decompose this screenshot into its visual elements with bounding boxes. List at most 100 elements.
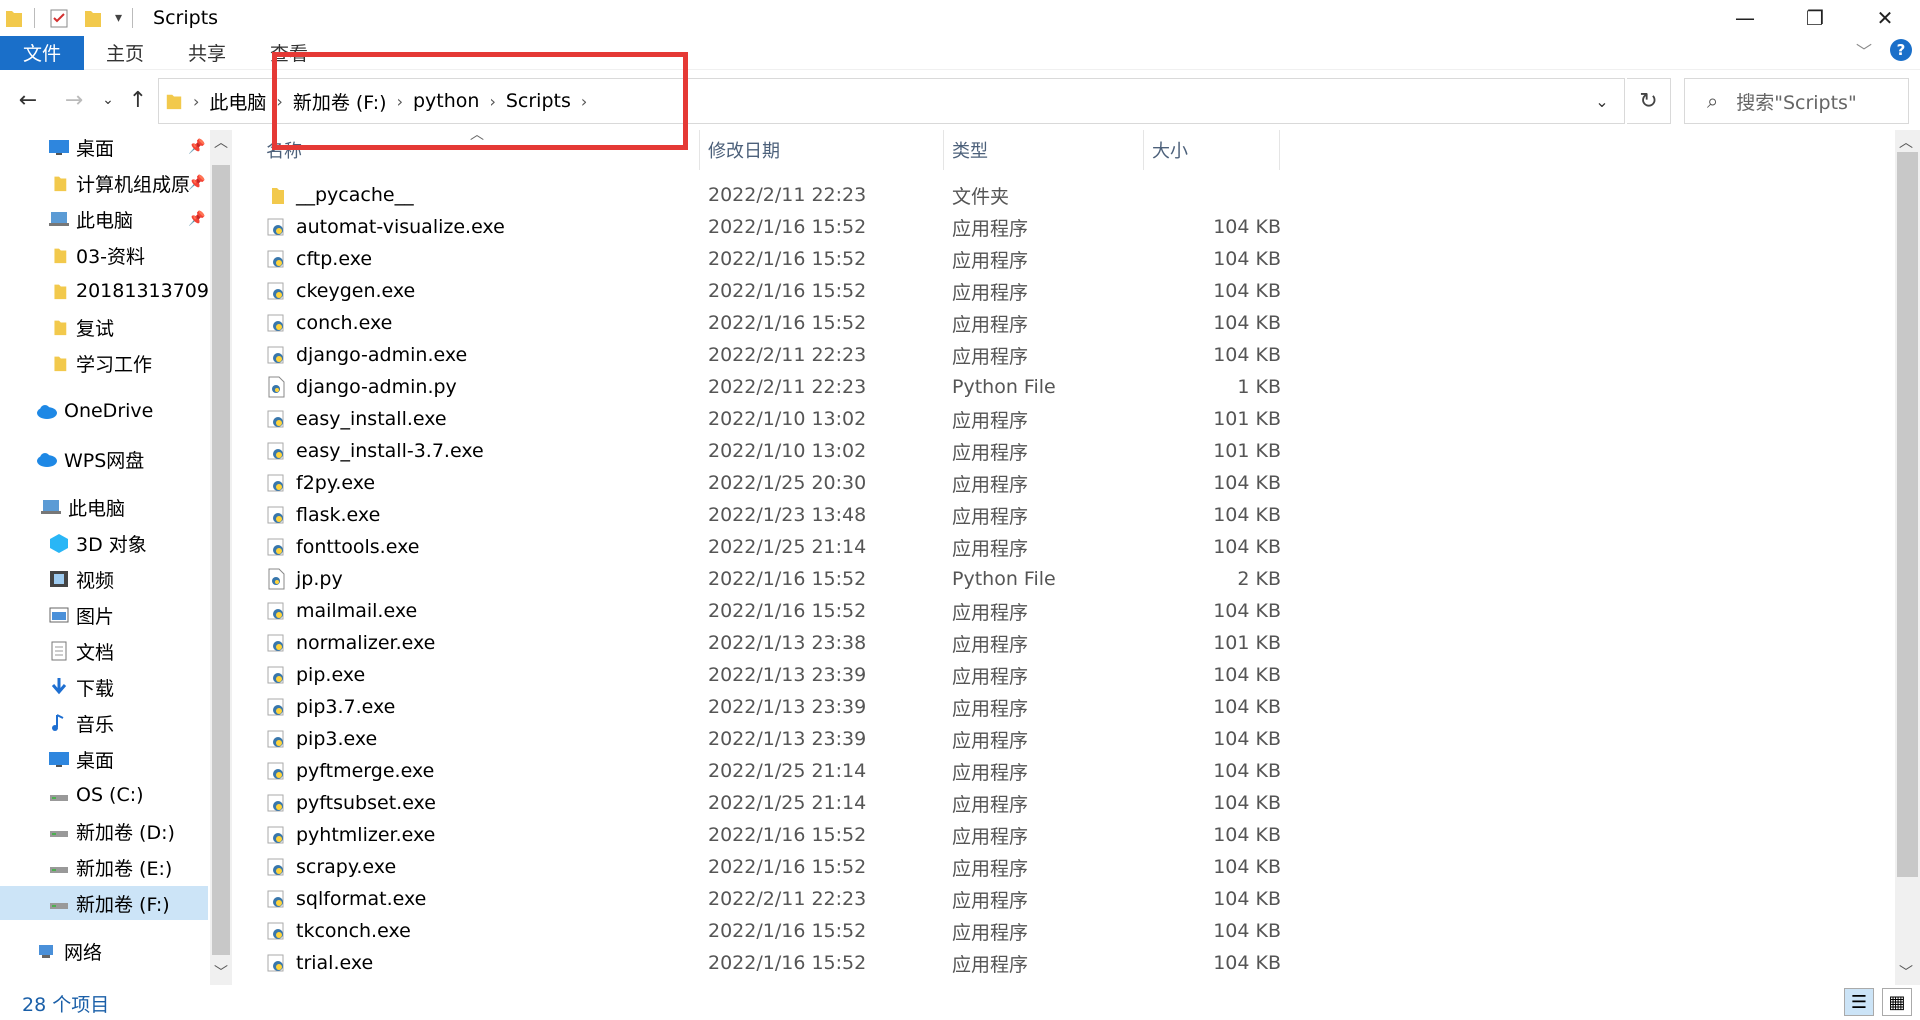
file-row[interactable]: pyftmerge.exe 2022/1/25 21:14 应用程序 104 KB — [266, 755, 1286, 787]
scroll-down-icon[interactable]: ﹀ — [214, 962, 228, 982]
file-row[interactable]: scrapy.exe 2022/1/16 15:52 应用程序 104 KB — [266, 851, 1286, 883]
file-date: 2022/1/10 13:02 — [708, 408, 867, 430]
scroll-up-icon[interactable]: ︿ — [214, 132, 228, 152]
file-size: 104 KB — [1213, 952, 1281, 974]
sidebar-item-label: 新加卷 (D:) — [76, 821, 175, 844]
quick-access-dropdown-icon[interactable]: ▾ — [115, 10, 122, 26]
file-row[interactable]: tkconch.exe 2022/1/16 15:52 应用程序 104 KB — [266, 915, 1286, 947]
sidebar-item[interactable]: 视频 — [0, 562, 210, 596]
search-placeholder: 搜索"Scripts" — [1736, 91, 1857, 114]
minimize-button[interactable]: — — [1710, 0, 1780, 36]
file-row[interactable]: easy_install-3.7.exe 2022/1/10 13:02 应用程序 1… — [266, 435, 1286, 467]
folder-icon — [48, 353, 70, 373]
file-name: cftp.exe — [296, 248, 373, 270]
sidebar-scrollbar-thumb[interactable] — [212, 165, 230, 955]
search-box[interactable]: ⌕ 搜索"Scripts" — [1684, 78, 1909, 124]
close-button[interactable]: ✕ — [1850, 0, 1920, 36]
file-row[interactable]: cftp.exe 2022/1/16 15:52 应用程序 104 KB — [266, 243, 1286, 275]
breadcrumb-this-pc[interactable]: 此电脑 — [209, 88, 266, 115]
file-row[interactable]: mailmail.exe 2022/1/16 15:52 应用程序 104 KB — [266, 595, 1286, 627]
column-header-type[interactable]: 类型 — [944, 130, 1144, 170]
chevron-right-icon[interactable]: › — [193, 92, 199, 111]
file-row[interactable]: pyftsubset.exe 2022/1/25 21:14 应用程序 104 KB — [266, 787, 1286, 819]
new-folder-icon[interactable] — [83, 7, 103, 29]
file-row[interactable]: trial.exe 2022/1/16 15:52 应用程序 104 KB — [266, 947, 1286, 979]
file-type: 应用程序 — [952, 761, 1029, 784]
file-date: 2022/1/16 15:52 — [708, 856, 867, 878]
picture-icon — [48, 605, 70, 625]
sidebar-item[interactable]: OneDrive — [0, 394, 210, 428]
sidebar-item[interactable]: 新加卷 (F:) — [0, 886, 208, 920]
file-row[interactable]: automat-visualize.exe 2022/1/16 15:52 应用程序… — [266, 211, 1286, 243]
refresh-button[interactable]: ↻ — [1627, 78, 1671, 124]
file-row[interactable]: normalizer.exe 2022/1/13 23:38 应用程序 101 KB — [266, 627, 1286, 659]
column-header-date[interactable]: 修改日期 — [700, 130, 944, 170]
sidebar-item[interactable]: 学习工作 — [0, 346, 210, 380]
scroll-down-icon[interactable]: ﹀ — [1899, 962, 1913, 982]
sidebar-item[interactable]: 201813137096 — [0, 274, 221, 308]
details-view-icon[interactable]: ☰ — [1844, 988, 1874, 1016]
sidebar-item[interactable]: 新加卷 (D:) — [0, 814, 210, 848]
sidebar-item[interactable]: 此电脑 — [0, 490, 210, 524]
sidebar-item[interactable]: 音乐 — [0, 706, 210, 740]
restore-button[interactable]: ❐ — [1780, 0, 1850, 36]
sidebar-item[interactable]: 此电脑 📌 — [0, 202, 210, 236]
file-row[interactable]: flask.exe 2022/1/23 13:48 应用程序 104 KB — [266, 499, 1286, 531]
chevron-down-icon[interactable]: ⌄ — [1580, 79, 1624, 123]
file-row[interactable]: fonttools.exe 2022/1/25 21:14 应用程序 104 KB — [266, 531, 1286, 563]
file-row[interactable]: sqlformat.exe 2022/2/11 22:23 应用程序 104 KB — [266, 883, 1286, 915]
sidebar-item[interactable]: 网络 — [0, 934, 210, 968]
file-name: trial.exe — [296, 952, 374, 974]
column-header-size[interactable]: 大小 — [1144, 130, 1280, 170]
sidebar-item[interactable]: 文档 — [0, 634, 210, 668]
sidebar-item[interactable]: OS (C:) — [0, 778, 210, 812]
sidebar-item[interactable]: 3D 对象 — [0, 526, 210, 560]
expand-ribbon-icon[interactable]: ﹀ — [1856, 38, 1872, 62]
scroll-up-icon[interactable]: ︿ — [1899, 132, 1913, 152]
file-type: 应用程序 — [952, 921, 1029, 944]
file-date: 2022/1/16 15:52 — [708, 600, 867, 622]
file-size: 104 KB — [1213, 664, 1281, 686]
file-row[interactable]: django-admin.py 2022/2/11 22:23 Python Fil… — [266, 371, 1286, 403]
file-type: 应用程序 — [952, 313, 1029, 336]
folder-icon — [266, 184, 286, 206]
sidebar-item[interactable]: 复试 — [0, 310, 210, 344]
help-icon[interactable]: ? — [1890, 39, 1912, 61]
file-row[interactable]: pyhtmlizer.exe 2022/1/16 15:52 应用程序 104 KB — [266, 819, 1286, 851]
tab-share[interactable]: 共享 — [166, 36, 248, 70]
recent-locations-icon[interactable]: ⌄ — [92, 84, 124, 116]
file-row[interactable]: pip3.7.exe 2022/1/13 23:39 应用程序 104 KB — [266, 691, 1286, 723]
tab-home[interactable]: 主页 — [84, 36, 166, 70]
file-date: 2022/1/13 23:39 — [708, 728, 867, 750]
file-size: 104 KB — [1213, 280, 1281, 302]
sidebar-item[interactable]: 图片 — [0, 598, 210, 632]
file-row[interactable]: jp.py 2022/1/16 15:52 Python File 2 KB — [266, 563, 1286, 595]
sidebar-item[interactable]: 桌面 📌 — [0, 130, 210, 164]
sidebar-item[interactable]: 03-资料 — [0, 238, 210, 272]
python-exe-icon — [266, 952, 286, 974]
file-row[interactable]: f2py.exe 2022/1/25 20:30 应用程序 104 KB — [266, 467, 1286, 499]
tab-file[interactable]: 文件 — [0, 35, 84, 70]
sidebar-item[interactable]: 计算机组成原 📌 — [0, 166, 210, 200]
file-row[interactable]: pip3.exe 2022/1/13 23:39 应用程序 104 KB — [266, 723, 1286, 755]
file-row[interactable]: __pycache__ 2022/2/11 22:23 文件夹 — [266, 179, 1286, 211]
file-size: 104 KB — [1213, 760, 1281, 782]
python-exe-icon — [266, 760, 286, 782]
sidebar-item[interactable]: 下载 — [0, 670, 210, 704]
back-button[interactable]: ← — [12, 84, 44, 116]
sidebar-item[interactable]: WPS网盘 — [0, 442, 210, 476]
file-row[interactable]: django-admin.exe 2022/2/11 22:23 应用程序 104 K… — [266, 339, 1286, 371]
properties-icon[interactable] — [49, 7, 69, 29]
large-icons-view-icon[interactable]: ▦ — [1882, 988, 1912, 1016]
sidebar-item[interactable]: 桌面 — [0, 742, 210, 776]
file-row[interactable]: ckeygen.exe 2022/1/16 15:52 应用程序 104 KB — [266, 275, 1286, 307]
file-list-scrollbar-thumb[interactable] — [1897, 152, 1918, 877]
file-row[interactable]: conch.exe 2022/1/16 15:52 应用程序 104 KB — [266, 307, 1286, 339]
file-row[interactable]: easy_install.exe 2022/1/10 13:02 应用程序 101 K… — [266, 403, 1286, 435]
file-name: conch.exe — [296, 312, 393, 334]
file-row[interactable]: pip.exe 2022/1/13 23:39 应用程序 104 KB — [266, 659, 1286, 691]
sidebar-item[interactable]: 新加卷 (E:) — [0, 850, 210, 884]
file-type: 应用程序 — [952, 441, 1029, 464]
forward-button[interactable]: → — [58, 84, 90, 116]
up-button[interactable]: ↑ — [122, 84, 154, 116]
